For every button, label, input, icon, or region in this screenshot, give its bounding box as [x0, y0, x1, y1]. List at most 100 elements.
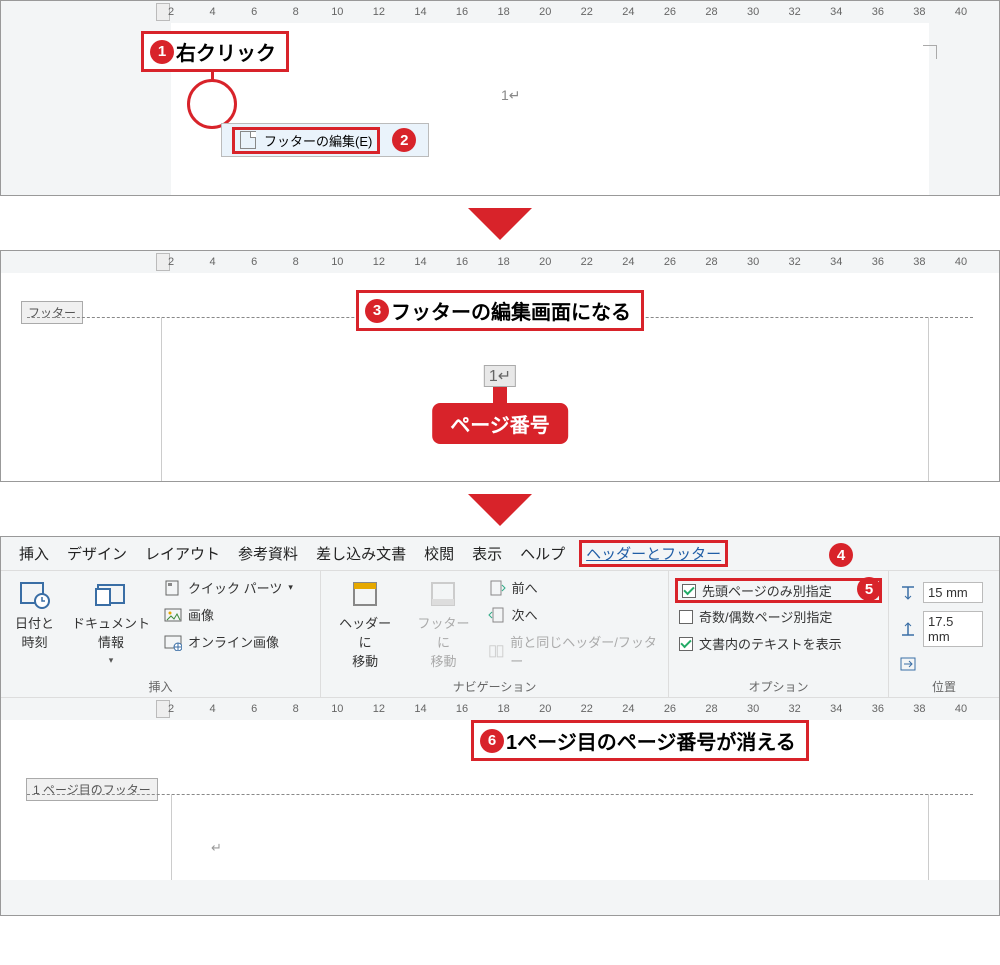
ruler-tick-label: 14: [414, 256, 426, 268]
ribbon-tab[interactable]: ヘルプ: [520, 543, 565, 564]
ruler-tick-label: 4: [210, 6, 216, 18]
button-next[interactable]: 次へ: [488, 604, 658, 625]
button-online-image[interactable]: オンライン画像: [164, 631, 293, 652]
margin-corner-mark-icon: [923, 45, 937, 59]
ruler-tick-label: 4: [210, 703, 216, 715]
checkbox-label: 文書内のテキストを表示: [699, 634, 842, 653]
ruler-tick-label: 8: [293, 256, 299, 268]
footer-section-tab: フッター: [21, 301, 83, 324]
panel-step1: 246810121416182022242628303234363840 1↵ …: [0, 0, 1000, 196]
ruler-tick-label: 16: [456, 6, 468, 18]
button-image[interactable]: 画像: [164, 604, 293, 625]
ruler-tick-label: 10: [331, 256, 343, 268]
ruler-tick-label: 40: [955, 6, 967, 18]
ribbon-group-position: 15 mm 17.5 mm 位置: [889, 571, 999, 697]
button-previous[interactable]: 前へ: [488, 577, 658, 598]
ruler-tick-label: 12: [373, 703, 385, 715]
button-label: 前へ: [512, 578, 538, 597]
ruler-tick-label: 12: [373, 256, 385, 268]
ruler-tick-label: 32: [789, 6, 801, 18]
button-quick-parts[interactable]: クイック パーツ ▾: [164, 577, 293, 598]
ruler-tick-label: 28: [705, 6, 717, 18]
callout-target-circle: [187, 79, 237, 129]
link-previous-icon: [488, 642, 505, 660]
ruler-tick-label: 24: [622, 703, 634, 715]
checkbox-icon: [679, 637, 693, 651]
ruler-tick-label: 18: [498, 256, 510, 268]
ruler-tick-label: 36: [872, 6, 884, 18]
ruler-tick-label: 18: [498, 6, 510, 18]
callout-page-number-label: ページ番号: [432, 403, 568, 444]
flow-arrow-down-icon: [468, 208, 532, 240]
button-label: オンライン画像: [188, 632, 279, 651]
ruler-tick-label: 20: [539, 256, 551, 268]
button-datetime[interactable]: 日付と 時刻: [11, 577, 58, 653]
checkbox-icon: [679, 610, 693, 624]
ruler-tick-label: 34: [830, 703, 842, 715]
footer-section-tab: 1 ページ目のフッター: [26, 778, 158, 801]
page-edge-mark: [161, 317, 162, 481]
ribbon-tab[interactable]: 校閲: [424, 543, 454, 564]
context-menu-item-edit-footer[interactable]: フッターの編集(E) 2: [221, 123, 429, 157]
ruler-tick-label: 12: [373, 6, 385, 18]
checkbox-show-document-text[interactable]: 文書内のテキストを表示: [679, 633, 878, 654]
ribbon-group-options: 先頭ページのみ別指定 奇数/偶数ページ別指定 文書内のテキストを表示 オプション: [669, 571, 889, 697]
previous-section-icon: [488, 579, 506, 597]
ruler-tick-label: 34: [830, 256, 842, 268]
document-footer-area[interactable]: 6 1ページ目のページ番号が消える 1 ページ目のフッター ↵: [1, 720, 999, 880]
online-image-icon: [164, 633, 182, 651]
horizontal-ruler: 246810121416182022242628303234363840: [1, 251, 999, 273]
ribbon-tab[interactable]: 参考資料: [238, 543, 298, 564]
button-insert-alignment-tab[interactable]: [899, 654, 989, 674]
ribbon-tab[interactable]: レイアウト: [145, 543, 220, 564]
callout-badge-1: 1: [150, 40, 174, 64]
ribbon-group-label: 位置: [899, 674, 989, 695]
ruler-tick-label: 22: [581, 256, 593, 268]
document-info-icon: [94, 579, 128, 609]
ribbon-tab[interactable]: 挿入: [19, 543, 49, 564]
page-edge-mark: [171, 794, 172, 880]
footer-boundary-line: [27, 794, 973, 795]
checkbox-odd-even-different[interactable]: 奇数/偶数ページ別指定: [679, 606, 878, 627]
ruler-tick-label: 2: [168, 703, 174, 715]
checkbox-label: 先頭ページのみ別指定: [702, 581, 832, 600]
ruler-tick-label: 8: [293, 6, 299, 18]
button-label: 前と同じヘッダー/フッター: [510, 632, 658, 670]
ruler-tick-label: 30: [747, 256, 759, 268]
input-header-from-top[interactable]: 15 mm: [899, 581, 989, 604]
ribbon-tab[interactable]: 表示: [472, 543, 502, 564]
checkbox-first-page-different[interactable]: 先頭ページのみ別指定: [675, 578, 882, 603]
ribbon-tab[interactable]: ヘッダーとフッター: [579, 540, 728, 567]
horizontal-ruler: 246810121416182022242628303234363840: [1, 1, 999, 23]
ruler-tick-label: 38: [913, 6, 925, 18]
ruler-tick-label: 20: [539, 703, 551, 715]
ribbon-body: 日付と 時刻 ドキュメント 情報 ▾ クイック パーツ ▾: [1, 570, 999, 698]
flow-arrow-down-icon: [468, 494, 532, 526]
callout-text: フッターの編集画面になる: [391, 296, 631, 325]
goto-header-icon: [348, 579, 382, 609]
ruler-tick-label: 6: [251, 703, 257, 715]
ruler-tick-label: 22: [581, 6, 593, 18]
ruler-tick-label: 6: [251, 6, 257, 18]
ruler-tick-label: 28: [705, 256, 717, 268]
ribbon-group-insert: 日付と 時刻 ドキュメント 情報 ▾ クイック パーツ ▾: [1, 571, 321, 697]
input-value[interactable]: 17.5 mm: [923, 611, 983, 647]
input-footer-from-bottom[interactable]: 17.5 mm: [899, 610, 989, 648]
ribbon-tab[interactable]: デザイン: [67, 543, 127, 564]
ruler-tick-label: 2: [168, 256, 174, 268]
button-goto-header[interactable]: ヘッダーに 移動: [331, 577, 399, 672]
ruler-tick-label: 14: [414, 703, 426, 715]
ruler-tick-label: 26: [664, 6, 676, 18]
button-label: ドキュメント 情報: [72, 613, 150, 651]
callout-right-click: 1 右クリック: [141, 31, 289, 72]
page-number-field[interactable]: 1↵: [484, 365, 516, 387]
ruler-tick-label: 30: [747, 6, 759, 18]
button-document-info[interactable]: ドキュメント 情報 ▾: [68, 577, 154, 668]
ribbon-tab[interactable]: 差し込み文書: [316, 543, 406, 564]
button-label: フッターに 移動: [413, 613, 473, 670]
input-value[interactable]: 15 mm: [923, 582, 983, 603]
ruler-tick-label: 22: [581, 703, 593, 715]
calendar-clock-icon: [18, 579, 52, 609]
horizontal-ruler: 246810121416182022242628303234363840: [1, 698, 999, 720]
callout-badge-3: 3: [365, 299, 389, 323]
